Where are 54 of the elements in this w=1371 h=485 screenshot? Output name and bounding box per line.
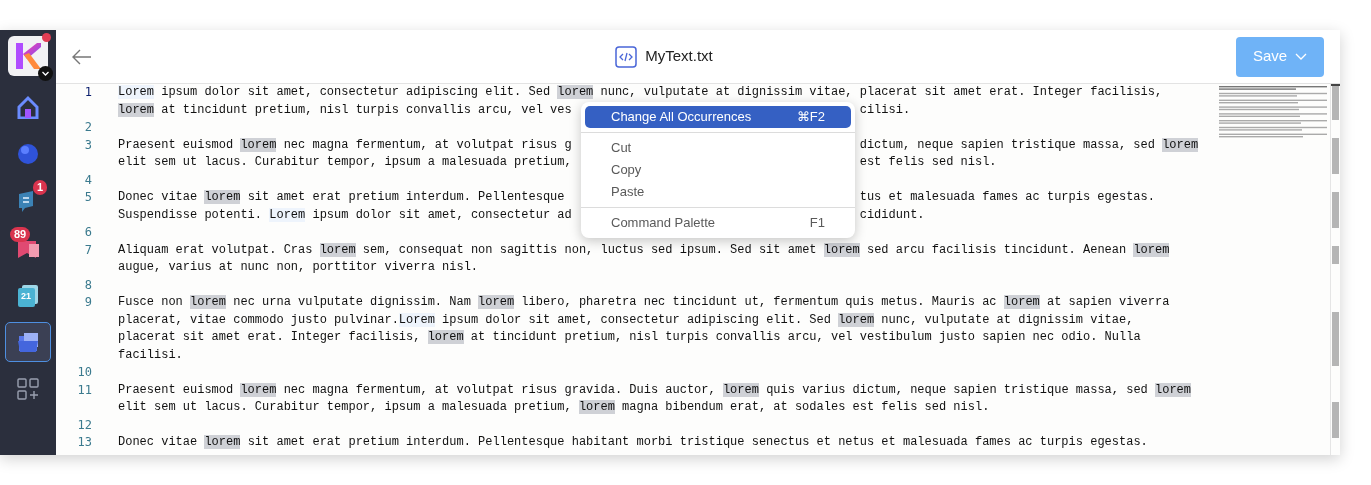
code-line: dictum, neque sapien tristique massa, sed lorem [859, 136, 1199, 154]
code-line: Donec vitae lorem sit amet erat pretium interdum. Pellentesque habitant morbi tristique senectus et netus et malesuada fames ac turpis egestas. [118, 435, 1148, 449]
line-number: 3 [83, 136, 93, 154]
menu-item[interactable]: Command Palette F1 [585, 212, 851, 234]
code-line: Praesent euismod lorem nec magna fermentum, at volutpat risus g [118, 136, 572, 154]
code-line: elit sem ut lacus. Curabitur tempor, ipsum a malesuada pretium, lorem magna bibendum erat, at sodales est felis sed nisl. [118, 400, 990, 414]
code-line: est felis sed nisl. [859, 154, 997, 171]
code-line: lorem at tincidunt pretium, nisl turpis convallis arcu, vel ves [118, 101, 572, 119]
logo-icon [15, 42, 41, 70]
line-number: 2 [83, 119, 93, 136]
code-line: tus et malesuada fames ac turpis egestas. [859, 189, 1155, 206]
line-number: 9 [83, 294, 93, 311]
code-line: augue, varius at nunc non, porttitor viverra nisl. [118, 260, 479, 274]
code-line: Lorem ipsum dolor sit amet, consectetur adipiscing elit. Sed lorem nunc, vulputate at dignissim vitae, placerat sit amet erat. Integer facilisis, [118, 85, 1163, 99]
code-line: Suspendisse potenti. Lorem ipsum dolor sit amet, consectetur ad [118, 206, 572, 224]
code-line: placerat sit amet erat. Integer facilisis, lorem at tincidunt pretium, nisl turpis convallis arcu, vel vestibulum justo sapien nec odio. Nulla [118, 330, 1141, 344]
code-line: cilisi. [859, 101, 911, 119]
menu-item[interactable]: Paste [585, 181, 851, 203]
sphere-icon [16, 141, 40, 166]
line-number: 6 [83, 224, 93, 241]
menu-item[interactable]: Copy [585, 159, 851, 181]
file-title: MyText.txt [645, 46, 713, 67]
minimap-drawing[interactable] [1218, 84, 1328, 140]
calendar-day: 21 [21, 290, 31, 301]
line-number: 7 [83, 241, 93, 259]
line-number: 1 [83, 84, 93, 101]
code-line: cididunt. [859, 206, 925, 224]
code-file-icon [615, 45, 638, 68]
add-apps-icon[interactable] [17, 377, 39, 400]
code-line: Donec vitae lorem sit amet erat pretium interdum. Pellentesque [118, 189, 565, 206]
back-icon[interactable] [72, 48, 92, 65]
line-number: 8 [83, 276, 93, 294]
code-line: facilisi. [118, 347, 183, 362]
line-number: 4 [83, 171, 93, 189]
menu-item[interactable]: Change All Occurrences ⌘F2 [585, 106, 851, 128]
line-number: 10 [76, 364, 93, 381]
code-line: Fusce non lorem nec urna vulputate dignissim. Nam lorem libero, pharetra nec tincidunt ut, fermentum quis metus. Mauris ac lorem at sapien viverra [118, 295, 1170, 309]
line-number: 12 [76, 416, 93, 434]
code-line: Aliquam erat volutpat. Cras lorem sem, consequat non sagittis non, luctus sed ipsum. Sed sit amet lorem sed arcu facilisis tincidunt. Aenean lorem [118, 242, 1170, 257]
drive-app-button[interactable] [5, 321, 51, 362]
line-number: 11 [76, 381, 93, 399]
app-switcher-button[interactable] [8, 36, 48, 76]
home-icon [16, 94, 40, 119]
notification-badge: 1 [32, 179, 47, 195]
code-line: Praesent euismod lorem nec magna fermentum, at volutpat risus gravida. Duis auctor, lorem quis varius dictum, neque sapien tristique massa, sed lorem [118, 382, 1192, 397]
code-line: elit sem ut lacus. Curabitur tempor, ipsum a malesuada pretium, [118, 154, 572, 171]
menu-item[interactable]: Cut [585, 137, 851, 159]
chevron-icon[interactable] [38, 66, 53, 81]
line-number: 13 [76, 434, 93, 451]
mail-app-button[interactable]: 89 [5, 227, 51, 268]
code-line: placerat, vitae commodo justo pulvinar.Lorem ipsum dolor sit amet, consectetur adipiscing elit. Sed lorem nunc, vulputate at dignissim vitae, [118, 312, 1134, 327]
notification-badge: 89 [10, 226, 31, 242]
chat-app-button[interactable]: 1 [5, 180, 51, 221]
line-number: 5 [83, 189, 93, 206]
